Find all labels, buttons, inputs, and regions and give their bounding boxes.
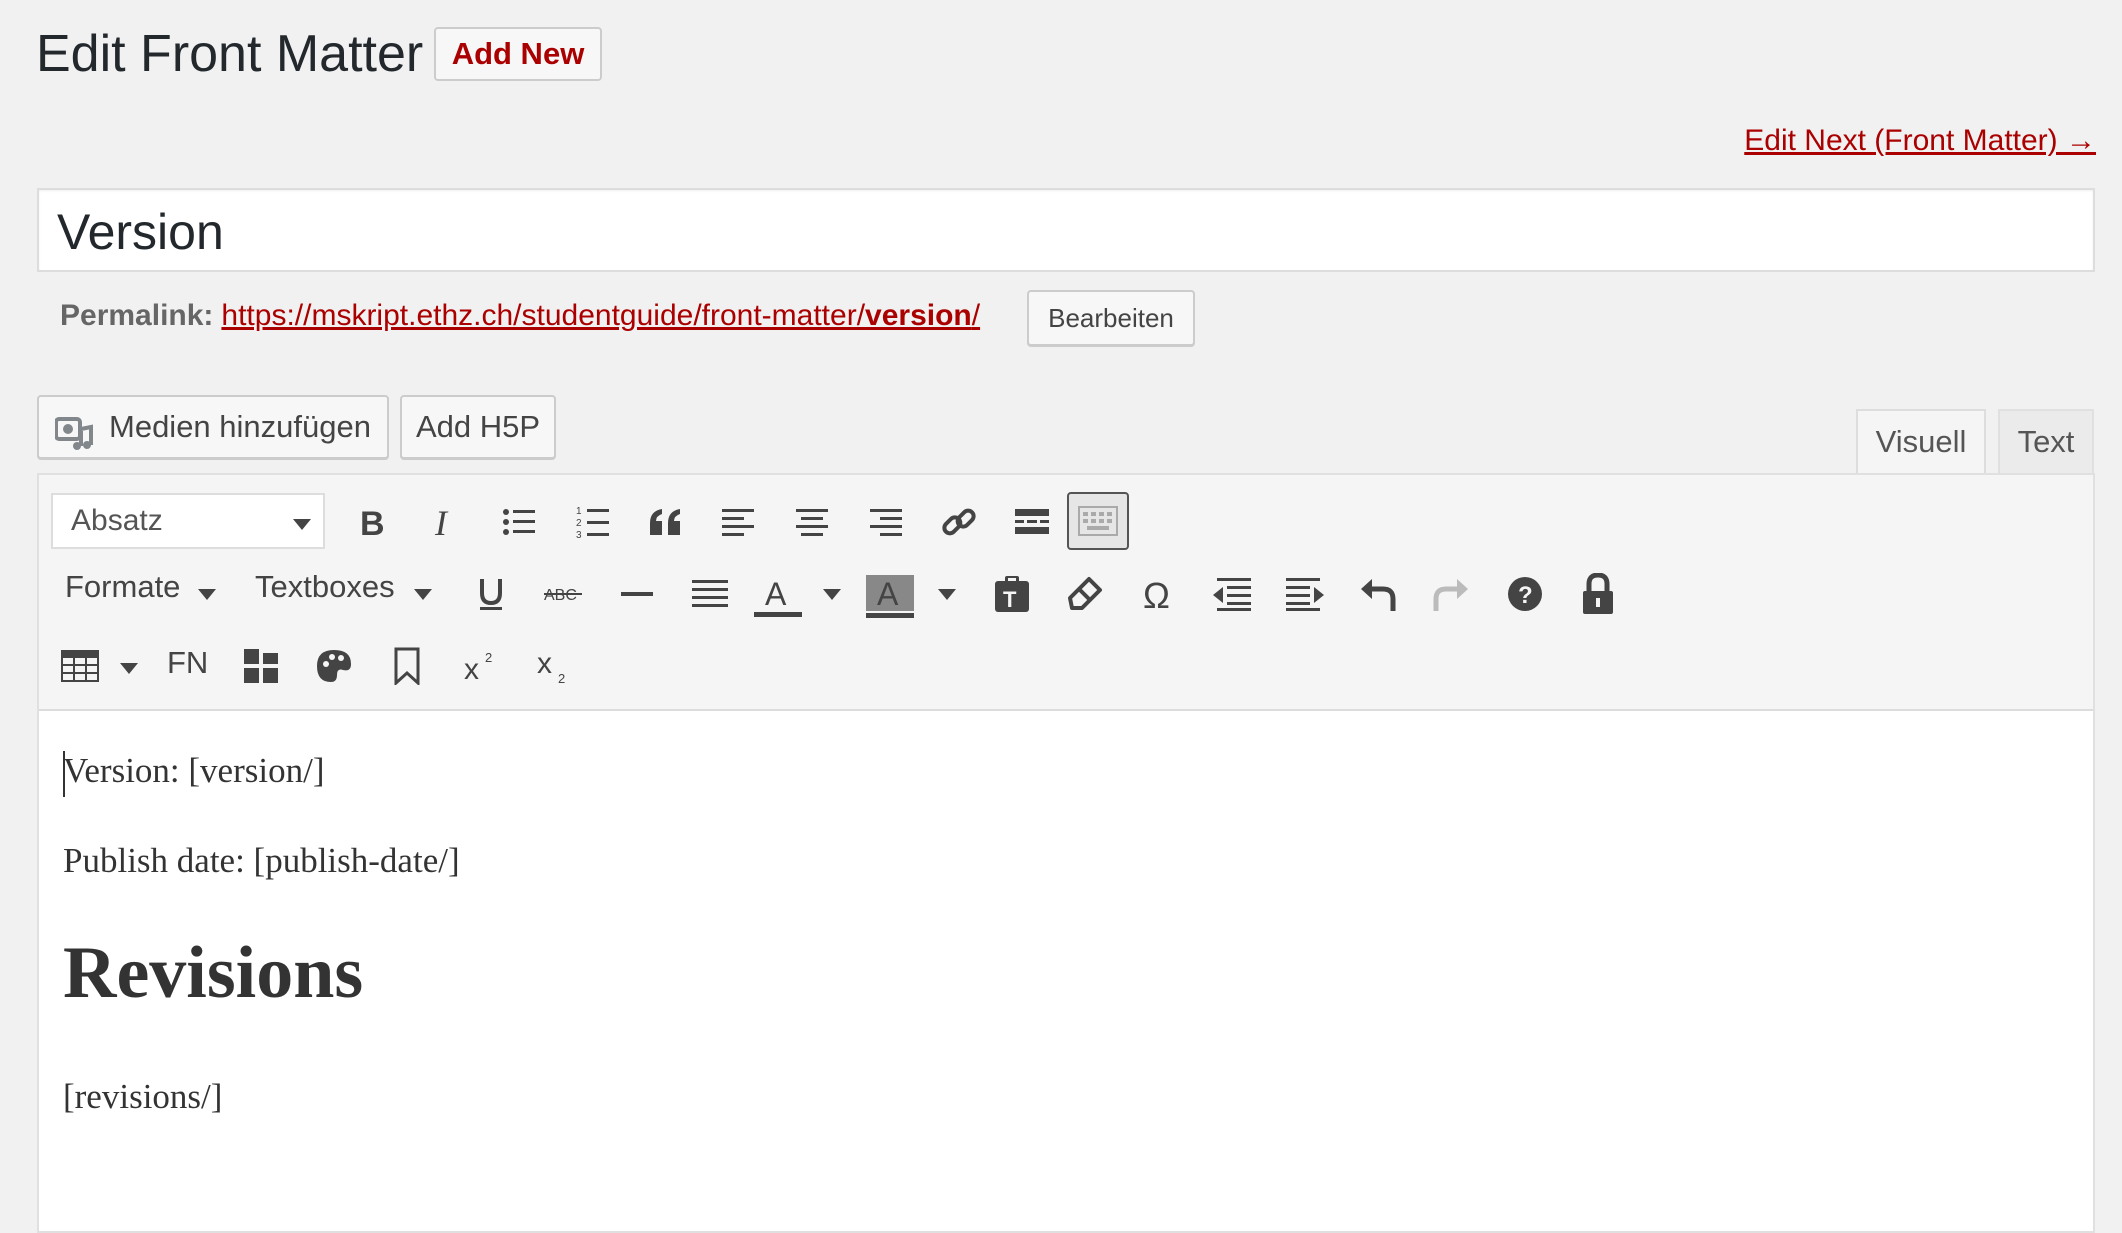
post-title-text: Version — [57, 204, 224, 260]
link-icon[interactable] — [934, 497, 984, 547]
formats-menu[interactable]: Formate — [65, 569, 180, 605]
textboxes-menu-label: Textboxes — [255, 569, 395, 604]
strikethrough-icon[interactable]: ABC — [539, 569, 589, 619]
textboxes-menu[interactable]: Textboxes — [255, 569, 395, 605]
add-media-label: Medien hinzufügen — [109, 409, 371, 444]
add-new-button[interactable]: Add New — [434, 27, 602, 81]
chevron-down-icon — [823, 589, 841, 600]
svg-text:T: T — [1003, 587, 1017, 612]
add-media-button[interactable]: Medien hinzufügen — [37, 395, 389, 459]
heading-revisions: Revisions — [63, 932, 364, 1014]
svg-text:A: A — [765, 577, 787, 612]
svg-text:2: 2 — [558, 671, 565, 685]
svg-text:Ω: Ω — [1143, 576, 1170, 612]
chevron-down-icon — [120, 663, 138, 674]
paragraph-version: Version: [version/] — [63, 751, 325, 790]
chevron-down-icon — [198, 589, 216, 600]
edit-permalink-button[interactable]: Bearbeiten — [1027, 290, 1195, 346]
svg-text:x: x — [537, 647, 552, 680]
permalink-row: Permalink: https://mskript.ethz.ch/studen… — [60, 296, 980, 336]
permalink-url-base: https://mskript.ethz.ch/studentguide/fro… — [221, 299, 866, 332]
permalink-trailing: / — [971, 299, 981, 332]
permalink-label: Permalink: — [60, 299, 214, 332]
special-character-icon[interactable]: Ω — [1134, 569, 1184, 619]
palette-icon[interactable] — [309, 641, 359, 691]
chevron-down-icon — [938, 589, 956, 600]
svg-text:I: I — [434, 505, 449, 539]
media-icon — [54, 411, 93, 450]
toolbar-toggle-button[interactable] — [1067, 492, 1129, 550]
horizontal-line-icon[interactable] — [612, 569, 662, 619]
outdent-icon[interactable] — [1207, 569, 1257, 619]
format-select[interactable]: Absatz — [51, 493, 325, 549]
svg-text:x: x — [464, 653, 479, 683]
chevron-down-icon — [414, 589, 432, 600]
svg-text:A: A — [877, 576, 899, 612]
keyboard-icon — [1078, 506, 1118, 536]
footnote-button[interactable]: FN — [167, 645, 208, 681]
justify-icon[interactable] — [685, 569, 735, 619]
format-select-value: Absatz — [71, 504, 163, 537]
svg-text:?: ? — [1518, 582, 1533, 609]
bold-icon[interactable]: B — [347, 497, 397, 547]
bookmark-icon[interactable] — [382, 641, 432, 691]
editor-toolbar: Absatz B I 1 2 3 Formate Textboxes ABC A… — [39, 475, 2093, 711]
indent-icon[interactable] — [1280, 569, 1330, 619]
grid-blocks-icon[interactable] — [236, 641, 286, 691]
svg-text:3: 3 — [576, 530, 582, 539]
align-left-icon[interactable] — [714, 497, 764, 547]
subscript-icon[interactable]: x2 — [529, 641, 579, 691]
svg-text:1: 1 — [576, 506, 582, 517]
formats-menu-label: Formate — [65, 569, 181, 604]
svg-text:2: 2 — [485, 650, 492, 665]
help-icon[interactable]: ? — [1500, 569, 1550, 619]
read-more-icon[interactable] — [1007, 497, 1057, 547]
permalink-slug: version — [865, 299, 972, 332]
svg-text:ABC: ABC — [544, 587, 577, 604]
tab-visual[interactable]: Visuell — [1856, 409, 1986, 475]
footnote-label: FN — [167, 645, 209, 680]
clear-formatting-icon[interactable] — [1060, 569, 1110, 619]
numbered-list-icon[interactable]: 1 2 3 — [568, 497, 618, 547]
align-right-icon[interactable] — [860, 497, 910, 547]
svg-text:B: B — [360, 505, 385, 539]
editor: Absatz B I 1 2 3 Formate Textboxes ABC A… — [37, 473, 2095, 1233]
paste-text-icon[interactable]: T — [987, 569, 1037, 619]
chevron-down-icon — [293, 519, 311, 530]
table-icon[interactable] — [57, 641, 103, 691]
tab-text[interactable]: Text — [1998, 409, 2094, 473]
page-title: Edit Front Matter — [36, 25, 424, 83]
blockquote-icon[interactable] — [641, 497, 691, 547]
undo-icon[interactable] — [1353, 569, 1403, 619]
align-center-icon[interactable] — [787, 497, 837, 547]
add-h5p-button[interactable]: Add H5P — [400, 395, 556, 459]
post-title-input[interactable]: Version — [37, 188, 2095, 272]
svg-text:2: 2 — [576, 518, 582, 529]
lock-icon[interactable] — [1573, 569, 1623, 619]
italic-icon[interactable]: I — [421, 497, 471, 547]
redo-icon[interactable] — [1426, 569, 1476, 619]
paragraph-publish-date: Publish date: [publish-date/] — [63, 841, 460, 880]
background-color-icon[interactable]: A — [865, 569, 915, 625]
text-color-icon[interactable]: A — [749, 569, 807, 625]
permalink-url[interactable]: https://mskript.ethz.ch/studentguide/fro… — [221, 299, 980, 332]
underline-icon[interactable] — [466, 569, 516, 619]
paragraph-revisions: [revisions/] — [63, 1077, 223, 1116]
superscript-icon[interactable]: x2 — [456, 641, 506, 691]
edit-next-link[interactable]: Edit Next (Front Matter) → — [1744, 124, 2096, 158]
bullet-list-icon[interactable] — [494, 497, 544, 547]
